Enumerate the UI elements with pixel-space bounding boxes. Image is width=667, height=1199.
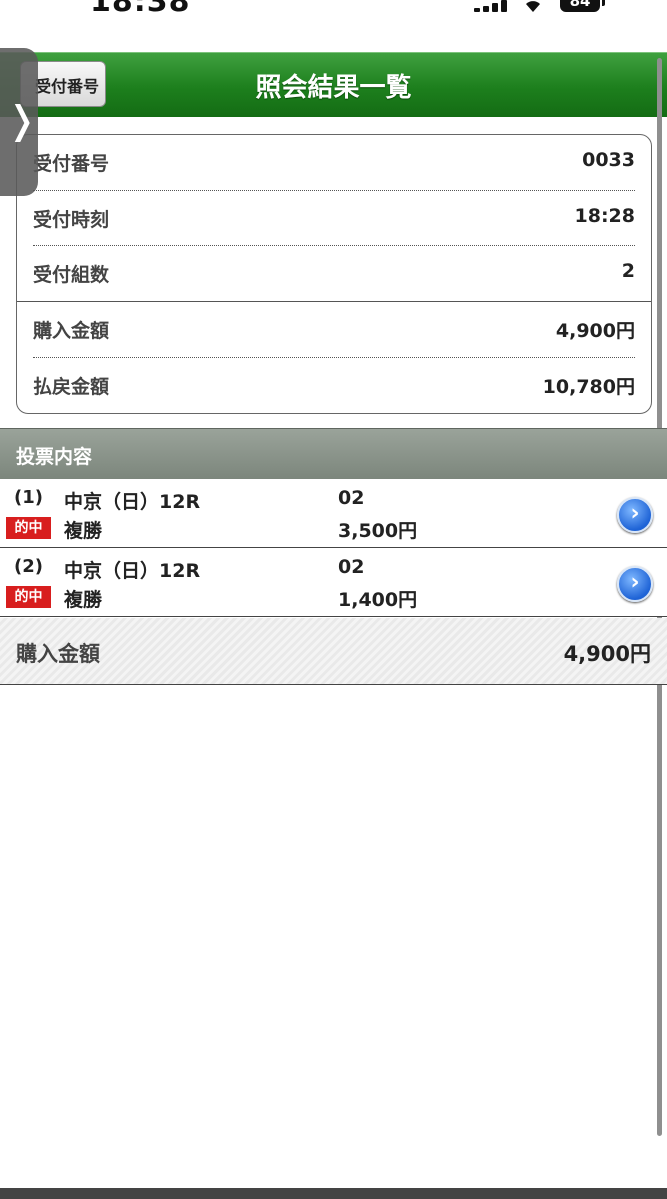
battery-icon: 84 — [560, 0, 605, 12]
signal-icon — [474, 0, 508, 12]
hit-badge: 的中 — [6, 517, 51, 539]
purchase-amount-row: 購入金額 4,900円 — [33, 302, 635, 357]
ticket-horse-number: 02 — [338, 556, 365, 578]
receipt-number-row: 受付番号 0033 — [33, 135, 635, 190]
ticket-number: (1) — [14, 487, 43, 508]
ticket-bet-type: 複勝 — [64, 589, 103, 611]
row-label: 受付時刻 — [33, 209, 110, 231]
chevron-right-icon: ❭ — [6, 98, 38, 142]
row-value: 4,900円 — [555, 320, 635, 342]
total-purchase-bar: 購入金額 4,900円 — [0, 618, 667, 685]
detail-arrow-icon[interactable]: › — [617, 566, 653, 602]
ticket-horse-number: 02 — [338, 487, 365, 509]
side-drawer-tab[interactable]: ❭ — [0, 48, 38, 196]
row-label: 購入金額 — [33, 320, 110, 342]
ticket-row[interactable]: (1) 中京（日）12R 02 的中 複勝 3,500円 › — [0, 479, 667, 548]
app-header: 受付番号 照会結果一覧 — [0, 52, 667, 117]
total-label: 購入金額 — [16, 642, 100, 666]
row-value: 0033 — [582, 149, 635, 171]
vote-contents-header: 投票内容 — [0, 428, 667, 480]
ticket-bet-type: 複勝 — [64, 520, 103, 542]
page-title: 照会結果一覧 — [255, 73, 412, 103]
row-label: 受付番号 — [33, 153, 110, 175]
receipt-time-row: 受付時刻 18:28 — [33, 191, 635, 246]
ticket-amount: 1,400円 — [338, 589, 418, 611]
receipt-count-row: 受付組数 2 — [33, 246, 635, 301]
total-value: 4,900円 — [563, 642, 651, 666]
receipt-info-card: 受付番号 0033 受付時刻 18:28 受付組数 2 購入金額 4,900円 … — [16, 134, 652, 414]
row-value: 10,780円 — [542, 376, 635, 398]
status-time: 18:38 — [90, 0, 191, 19]
ticket-row[interactable]: (2) 中京（日）12R 02 的中 複勝 1,400円 › — [0, 548, 667, 617]
row-label: 払戻金額 — [33, 376, 110, 398]
status-bar: 18:38 84 — [0, 0, 667, 22]
row-label: 受付組数 — [33, 264, 110, 286]
ticket-amount: 3,500円 — [338, 520, 418, 542]
ticket-venue: 中京（日）12R — [64, 560, 201, 582]
detail-arrow-icon[interactable]: › — [617, 497, 653, 533]
hit-badge: 的中 — [6, 586, 51, 608]
row-value: 18:28 — [574, 205, 635, 227]
row-value: 2 — [621, 260, 635, 282]
ticket-venue: 中京（日）12R — [64, 491, 201, 513]
section-title: 投票内容 — [16, 446, 93, 468]
battery-level: 84 — [569, 0, 591, 10]
wifi-icon — [521, 0, 545, 12]
payout-amount-row: 払戻金額 10,780円 — [33, 358, 635, 413]
bottom-border — [0, 1188, 667, 1199]
ticket-number: (2) — [14, 556, 43, 577]
